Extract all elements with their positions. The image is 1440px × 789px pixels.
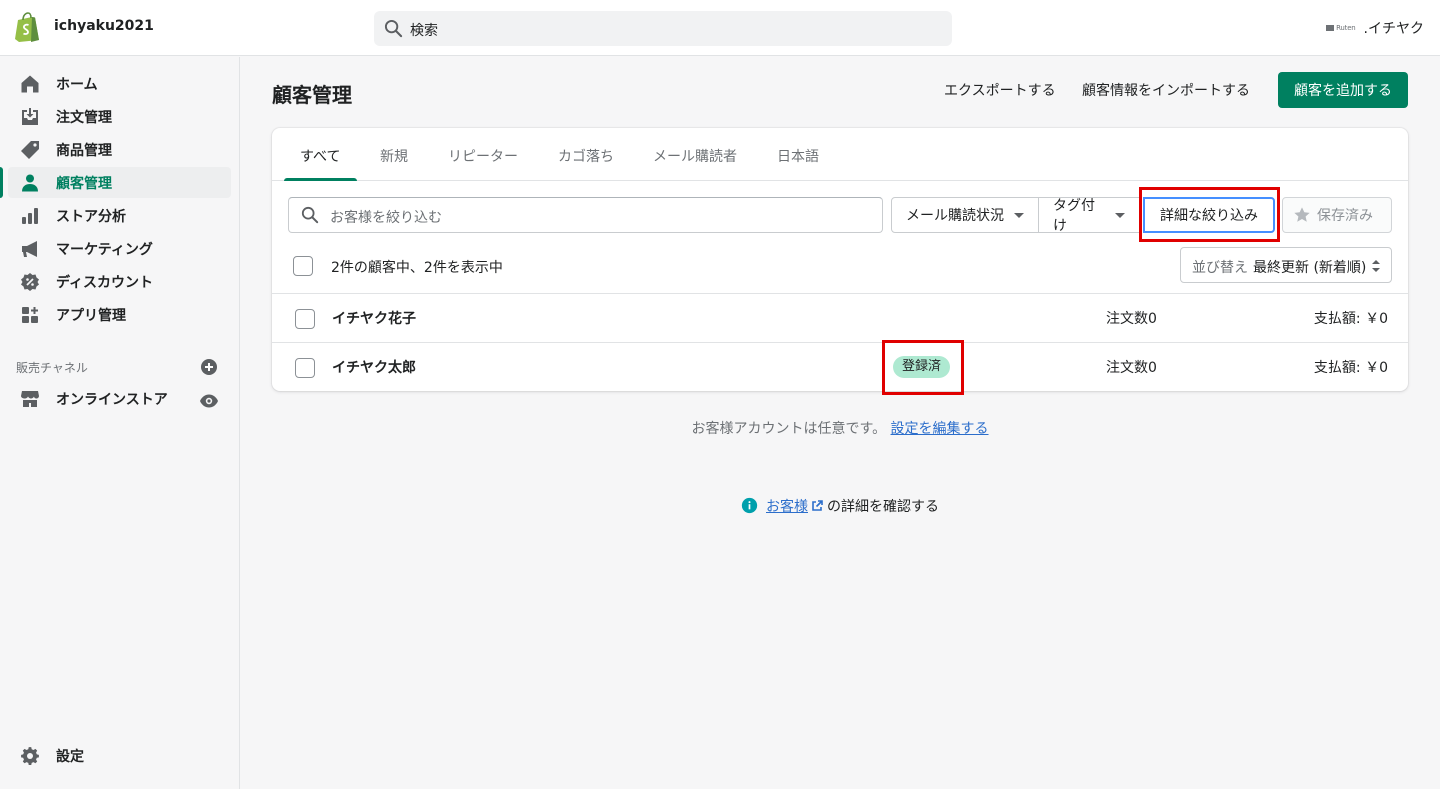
sidebar-item-label: ホーム [56,77,98,93]
customer-name[interactable]: イチヤク花子 [332,308,416,328]
discount-icon [21,273,39,291]
highlight-box [882,340,964,395]
showing-count: 2件の顧客中、2件を表示中 [331,260,503,276]
filter-label: メール購読状況 [906,208,1004,224]
table-row[interactable]: イチヤク太郎 登録済 注文数0 支払額: ￥0 [272,340,1408,395]
sidebar-item-analytics[interactable]: ストア分析 [8,200,231,231]
import-button[interactable]: 顧客情報をインポートする [1082,80,1250,100]
customer-icon [22,174,38,192]
sales-channels-heading: 販売チャネル [16,361,88,375]
sidebar-item-label: ディスカウント [56,275,154,291]
sidebar-item-label: 商品管理 [56,143,112,159]
account-logo: Ruten [1326,24,1356,32]
gear-icon [21,747,39,765]
page-title: 顧客管理 [272,83,352,107]
customer-name[interactable]: イチヤク太郎 [332,357,416,377]
sidebar-item-apps[interactable]: アプリ管理 [8,299,231,330]
store-name[interactable]: ichyaku2021 [54,18,154,34]
caret-down-icon [1014,212,1024,218]
highlight-box [1139,187,1280,242]
store-icon [21,391,39,407]
sidebar-item-settings[interactable]: 設定 [8,740,231,771]
edit-settings-link[interactable]: 設定を編集する [891,421,989,437]
learn-more-suffix: の詳細を確認する [827,499,939,515]
saved-label: 保存済み [1317,208,1373,224]
select-all-checkbox[interactable] [293,256,313,276]
saved-button: 保存済み [1282,197,1392,233]
account-note: お客様アカウントは任意です。 設定を編集する [0,418,1440,438]
tab-new[interactable]: 新規 [380,146,408,166]
tagged-filter-button[interactable]: タグ付け [1038,197,1140,234]
order-count: 注文数0 [1106,311,1157,327]
email-status-filter-button[interactable]: メール購読状況 [891,197,1039,233]
apps-icon [22,307,38,323]
sort-label: 並び替え [1192,260,1248,276]
sidebar-item-label: オンラインストア [56,392,168,408]
table-row[interactable]: イチヤク花子 注文数0 支払額: ￥0 [272,293,1408,342]
tab-japanese[interactable]: 日本語 [777,146,819,166]
eye-icon[interactable] [199,391,219,411]
customers-help-link[interactable]: お客様 [766,499,808,515]
filter-placeholder: お客様を絞り込む [330,210,442,226]
analytics-icon [22,208,38,224]
tag-icon [21,141,39,159]
customer-filter-input[interactable]: お客様を絞り込む [288,197,883,233]
account-note-text: お客様アカウントは任意です。 [691,421,887,437]
filter-label: タグ付け [1053,198,1095,234]
select-arrows-icon [1372,260,1380,272]
sidebar-item-marketing[interactable]: マーケティング [8,233,231,264]
sidebar-item-discounts[interactable]: ディスカウント [8,266,231,297]
sidebar-item-label: アプリ管理 [56,308,126,324]
amount-spent: 支払額: ￥0 [1313,311,1388,327]
amount-spent: 支払額: ￥0 [1313,360,1388,376]
row-checkbox[interactable] [295,309,315,329]
customers-card: すべて 新規 リピーター カゴ落ち メール購読者 日本語 お客様を絞り込む メー… [272,128,1408,395]
sidebar-item-home[interactable]: ホーム [8,68,231,99]
megaphone-icon [22,241,37,257]
sort-value: 最終更新 (新着順) [1253,260,1367,276]
search-placeholder: 検索 [410,23,438,39]
shopify-logo-icon[interactable] [14,12,40,42]
global-search-input[interactable]: 検索 [374,11,952,46]
tab-all[interactable]: すべて [300,146,340,166]
order-count: 注文数0 [1106,360,1157,376]
info-icon [741,497,758,514]
top-bar: ichyaku2021 検索 Ruten .イチヤク [0,0,1440,56]
home-icon [21,75,39,93]
row-checkbox[interactable] [295,358,315,378]
sidebar-item-label: ストア分析 [56,209,126,225]
search-icon [301,206,319,224]
add-channel-icon[interactable] [200,358,218,376]
sidebar-item-label: 顧客管理 [56,176,112,192]
sidebar-item-label: 設定 [56,749,84,765]
external-link-icon[interactable] [811,500,823,512]
search-icon [384,19,403,38]
sidebar-item-online-store[interactable]: オンラインストア [8,383,231,414]
caret-down-icon [1115,212,1125,218]
tab-returning[interactable]: リピーター [448,146,518,166]
tab-bar: すべて 新規 リピーター カゴ落ち メール購読者 日本語 [272,128,1408,181]
sort-select[interactable]: 並び替え 最終更新 (新着順) [1180,247,1392,283]
account-name: .イチヤク [1363,21,1424,37]
tab-email-subscribers[interactable]: メール購読者 [653,146,737,166]
account-menu[interactable]: Ruten .イチヤク [1326,18,1424,38]
add-customer-button[interactable]: 顧客を追加する [1278,72,1408,108]
star-icon [1294,207,1310,222]
sidebar-item-label: 注文管理 [56,110,112,126]
active-tab-indicator [284,178,357,181]
sidebar-item-label: マーケティング [56,242,153,258]
sidebar-item-orders[interactable]: 注文管理 [8,101,231,132]
learn-more-note: お客様 の詳細を確認する [0,496,1440,516]
orders-icon [22,108,38,125]
sidebar-item-products[interactable]: 商品管理 [8,134,231,165]
tab-abandoned-checkouts[interactable]: カゴ落ち [558,146,614,166]
sidebar-item-customers[interactable]: 顧客管理 [0,167,231,198]
export-button[interactable]: エクスポートする [944,80,1056,100]
